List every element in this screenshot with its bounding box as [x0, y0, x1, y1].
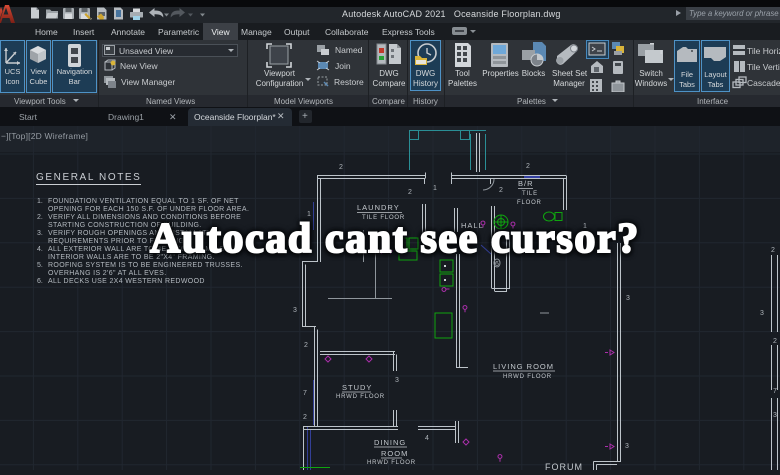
svg-text:HRWD FLOOR: HRWD FLOOR	[367, 460, 416, 466]
svg-text:HRWD FLOOR: HRWD FLOOR	[503, 374, 552, 380]
svg-text:TILE: TILE	[522, 191, 538, 197]
svg-text:3: 3	[626, 295, 630, 302]
svg-text:ROOM: ROOM	[381, 449, 408, 458]
svg-text:LAUNDRY: LAUNDRY	[357, 203, 400, 212]
svg-text:FLOOR: FLOOR	[517, 200, 542, 206]
svg-text:7: 7	[773, 388, 777, 395]
svg-text:3: 3	[395, 377, 399, 384]
svg-text:3: 3	[625, 443, 629, 450]
svg-text:HRWD FLOOR: HRWD FLOOR	[336, 394, 385, 400]
svg-text:3: 3	[293, 307, 297, 314]
svg-text:7: 7	[303, 390, 307, 397]
svg-text:FORUM: FORUM	[545, 462, 583, 470]
svg-text:2: 2	[304, 342, 308, 349]
svg-text:4: 4	[425, 435, 429, 442]
svg-text:2: 2	[499, 187, 503, 194]
svg-text:2: 2	[771, 247, 775, 254]
svg-text:2: 2	[303, 414, 307, 421]
svg-text:2: 2	[339, 164, 343, 171]
svg-text:3: 3	[773, 412, 777, 419]
svg-text:LIVING ROOM: LIVING ROOM	[493, 362, 554, 371]
svg-text:DINING: DINING	[374, 438, 406, 447]
svg-text:B/R: B/R	[518, 179, 534, 188]
svg-text:2: 2	[773, 338, 777, 345]
svg-text:2: 2	[526, 163, 530, 170]
svg-text:STUDY: STUDY	[342, 383, 372, 392]
svg-text:2: 2	[408, 189, 412, 196]
svg-text:1: 1	[433, 185, 437, 192]
svg-text:3: 3	[760, 310, 764, 317]
